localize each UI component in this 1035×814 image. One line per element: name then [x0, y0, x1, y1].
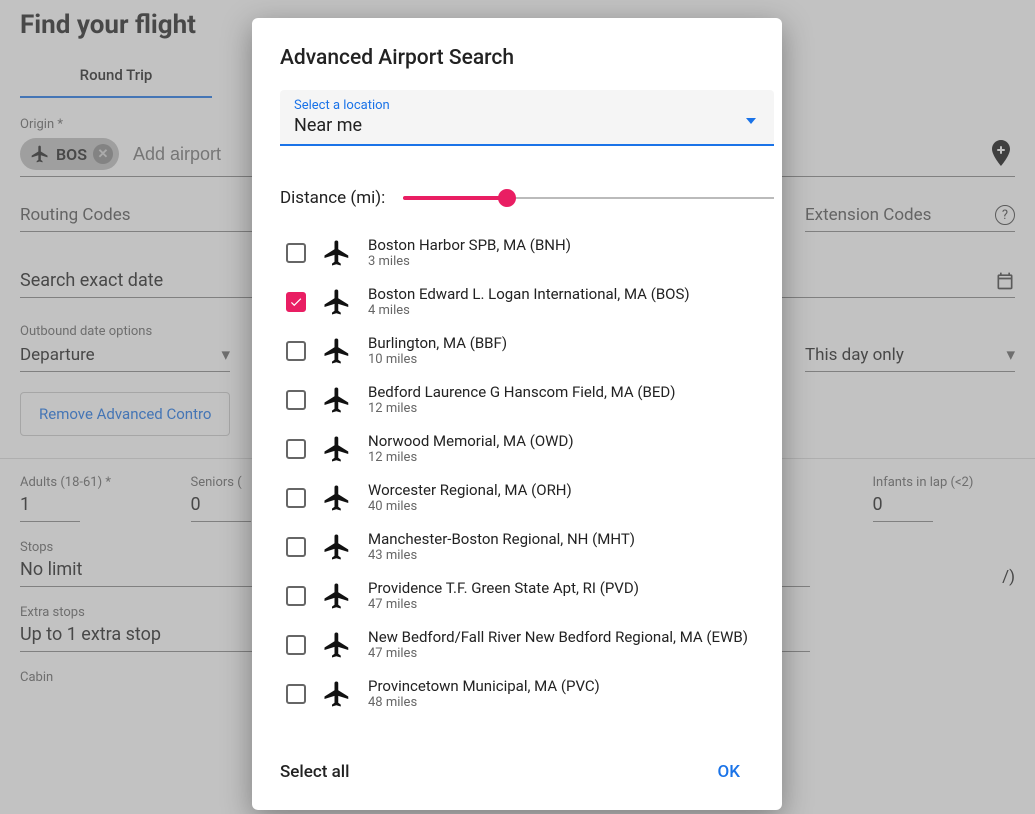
select-all-button[interactable]: Select all [280, 762, 349, 782]
distance-slider[interactable] [403, 196, 774, 200]
airport-distance: 40 miles [368, 499, 572, 514]
airport-checkbox[interactable] [286, 390, 306, 410]
slider-thumb[interactable] [498, 189, 516, 207]
airport-checkbox[interactable] [286, 439, 306, 459]
plane-icon [322, 483, 352, 513]
airport-row[interactable]: Manchester-Boston Regional, NH (MHT)43 m… [280, 522, 756, 571]
airport-list[interactable]: Boston Harbor SPB, MA (BNH)3 milesBoston… [280, 228, 764, 742]
plane-icon [322, 581, 352, 611]
airport-checkbox[interactable] [286, 488, 306, 508]
airport-row[interactable]: Provincetown Municipal, MA (PVC)48 miles [280, 669, 756, 718]
airport-row[interactable]: Boston Edward L. Logan International, MA… [280, 277, 756, 326]
ok-button[interactable]: OK [708, 756, 750, 788]
plane-icon [322, 434, 352, 464]
airport-row[interactable]: New Bedford/Fall River New Bedford Regio… [280, 620, 756, 669]
airport-name: Worcester Regional, MA (ORH) [368, 481, 572, 499]
airport-row[interactable]: Burlington, MA (BBF)10 miles [280, 326, 756, 375]
airport-checkbox[interactable] [286, 635, 306, 655]
advanced-airport-search-dialog: Advanced Airport Search Select a locatio… [252, 18, 782, 810]
airport-name: Provincetown Municipal, MA (PVC) [368, 677, 600, 695]
airport-name: Boston Harbor SPB, MA (BNH) [368, 236, 571, 254]
airport-checkbox[interactable] [286, 586, 306, 606]
plane-icon [322, 679, 352, 709]
dialog-title: Advanced Airport Search [280, 46, 764, 70]
airport-row[interactable]: Worcester Regional, MA (ORH)40 miles [280, 473, 756, 522]
airport-checkbox[interactable] [286, 684, 306, 704]
distance-label: Distance (mi): [280, 188, 385, 208]
airport-row[interactable]: Norwood Memorial, MA (OWD)12 miles [280, 424, 756, 473]
location-select[interactable]: Select a location Near me [280, 90, 774, 146]
chevron-down-icon [746, 118, 756, 124]
airport-name: Providence T.F. Green State Apt, RI (PVD… [368, 579, 639, 597]
airport-name: Norwood Memorial, MA (OWD) [368, 432, 574, 450]
airport-distance: 12 miles [368, 401, 675, 416]
airport-name: Boston Edward L. Logan International, MA… [368, 285, 690, 303]
airport-row[interactable]: Boston Harbor SPB, MA (BNH)3 miles [280, 228, 756, 277]
airport-checkbox[interactable] [286, 537, 306, 557]
airport-distance: 10 miles [368, 352, 507, 367]
plane-icon [322, 385, 352, 415]
airport-row[interactable]: Bedford Laurence G Hanscom Field, MA (BE… [280, 375, 756, 424]
plane-icon [322, 238, 352, 268]
airport-checkbox[interactable] [286, 341, 306, 361]
airport-checkbox[interactable] [286, 292, 306, 312]
airport-distance: 4 miles [368, 303, 690, 318]
airport-distance: 47 miles [368, 597, 639, 612]
airport-name: Burlington, MA (BBF) [368, 334, 507, 352]
location-select-value: Near me [294, 115, 762, 136]
airport-distance: 48 miles [368, 695, 600, 710]
airport-distance: 43 miles [368, 548, 635, 563]
airport-name: Bedford Laurence G Hanscom Field, MA (BE… [368, 383, 675, 401]
plane-icon [322, 532, 352, 562]
airport-row[interactable]: Providence T.F. Green State Apt, RI (PVD… [280, 571, 756, 620]
airport-distance: 12 miles [368, 450, 574, 465]
location-select-label: Select a location [294, 98, 762, 113]
plane-icon [322, 630, 352, 660]
plane-icon [322, 336, 352, 366]
slider-fill [403, 196, 507, 200]
airport-name: Manchester-Boston Regional, NH (MHT) [368, 530, 635, 548]
airport-name: New Bedford/Fall River New Bedford Regio… [368, 628, 748, 646]
plane-icon [322, 287, 352, 317]
airport-checkbox[interactable] [286, 243, 306, 263]
airport-distance: 47 miles [368, 646, 748, 661]
airport-distance: 3 miles [368, 254, 571, 269]
